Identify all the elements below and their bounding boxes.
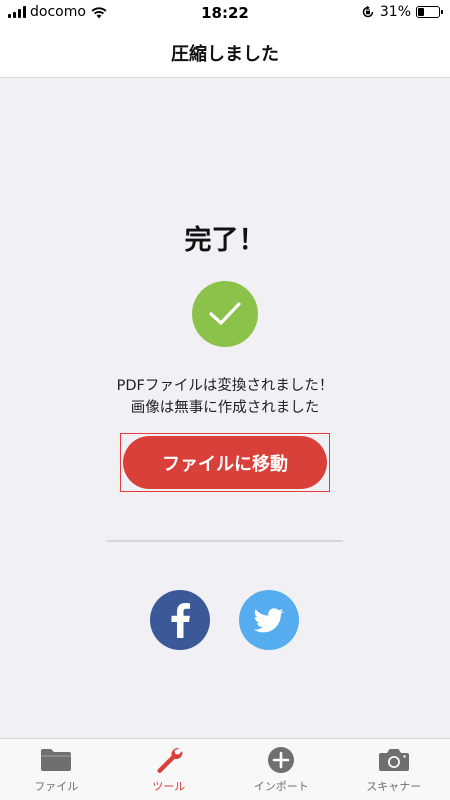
- battery-fill: [418, 8, 425, 16]
- nav-bar: 圧縮しました: [0, 28, 450, 78]
- move-button-highlight: ファイルに移動: [120, 433, 330, 492]
- facebook-icon: [171, 603, 190, 638]
- wrench-icon: [154, 746, 184, 774]
- twitter-icon: [254, 607, 284, 632]
- message-line-1: PDFファイルは変換されました！: [116, 378, 334, 394]
- tab-label: ツール: [152, 780, 186, 793]
- battery-percent: 31%: [379, 4, 411, 20]
- completion-heading: 完了！: [184, 225, 266, 256]
- plus-circle-icon: [267, 746, 295, 774]
- tab-tools[interactable]: ツール: [113, 739, 226, 800]
- camera-icon: [378, 746, 410, 774]
- tab-import[interactable]: インポート: [225, 739, 338, 800]
- move-to-file-button[interactable]: ファイルに移動: [123, 436, 327, 489]
- twitter-share-button[interactable]: [239, 590, 299, 650]
- tab-label: インポート: [253, 780, 309, 793]
- battery-icon: [416, 6, 443, 18]
- message-line-2: 画像は無事に作成されました: [130, 400, 320, 416]
- tab-label: スキャナー: [366, 780, 422, 793]
- check-icon: [192, 281, 258, 347]
- orientation-lock-icon: [362, 5, 374, 18]
- tab-bar: ファイル ツール インポート スキャナー: [0, 738, 450, 800]
- tab-files[interactable]: ファイル: [0, 739, 113, 800]
- status-right: 31%: [361, 4, 443, 20]
- tab-label: ファイル: [34, 780, 79, 793]
- facebook-share-button[interactable]: [150, 590, 210, 650]
- status-bar: docomo 18:22 31%: [0, 0, 450, 28]
- folder-icon: [40, 746, 72, 774]
- divider: [107, 540, 343, 542]
- screen: docomo 18:22 31% 圧縮しました 完了！ PDFファイルは変換され…: [0, 0, 450, 800]
- tab-scanner[interactable]: スキャナー: [338, 739, 450, 800]
- page-title: 圧縮しました: [171, 43, 279, 65]
